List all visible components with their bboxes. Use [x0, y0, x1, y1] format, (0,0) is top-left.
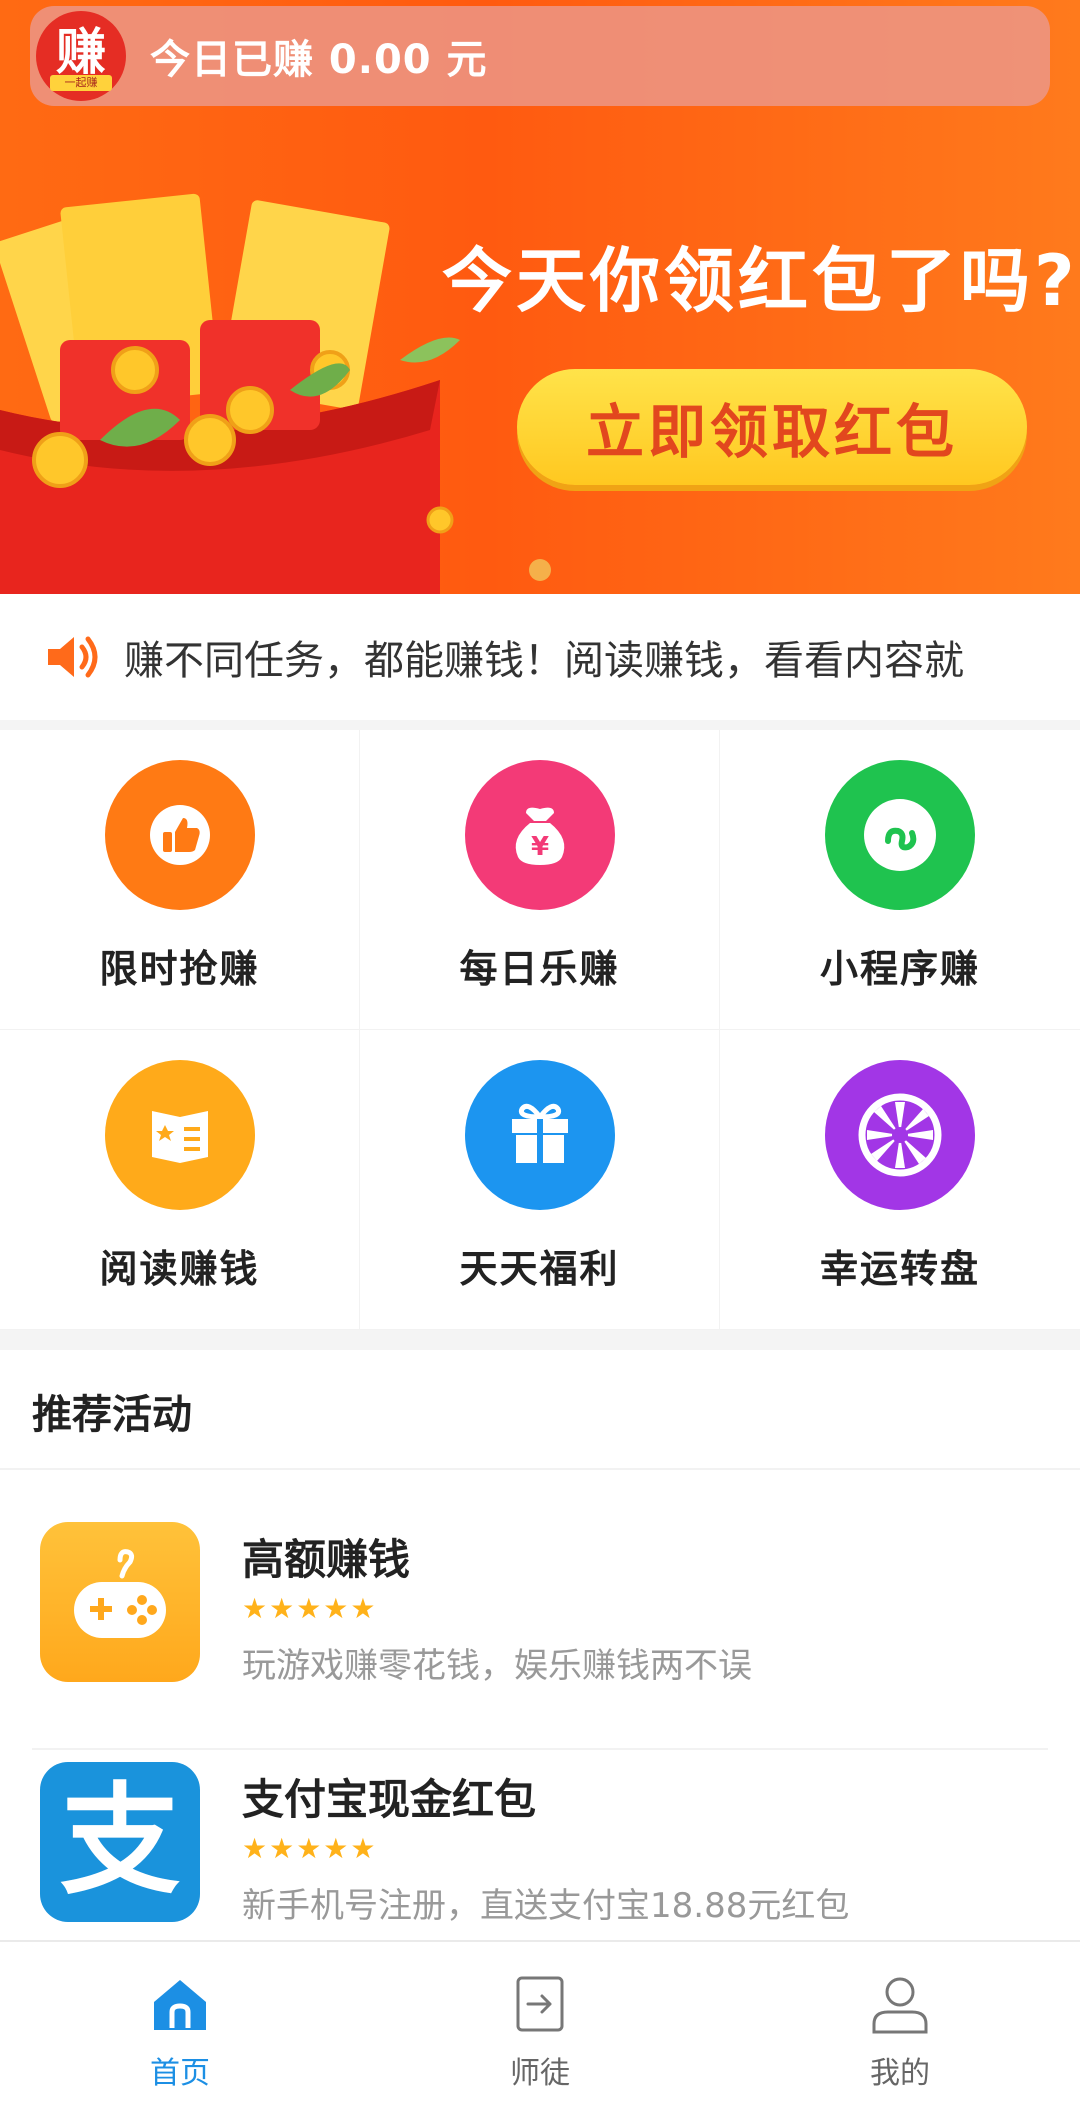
grid-item-reading[interactable]: 阅读赚钱 — [0, 1030, 360, 1330]
today-earnings-text: 今日已赚 0.00 元 — [150, 37, 488, 83]
wheel-icon — [825, 1060, 975, 1210]
grid-item-label: 幸运转盘 — [819, 1247, 980, 1291]
divider — [0, 1468, 1080, 1470]
book-icon — [104, 1060, 255, 1210]
grid-item-label: 小程序赚 — [819, 947, 980, 991]
tab-mine[interactable]: 我的 — [720, 1942, 1080, 2106]
share-icon — [516, 1976, 564, 2032]
app-logo: 赚 一起赚 — [36, 11, 126, 101]
banner-title: 今天你领红包了吗? — [442, 240, 1079, 322]
activity-item-high-earning[interactable]: 高额赚钱 ★★★★★ 玩游戏赚零花钱，娱乐赚钱两不误 — [0, 1522, 1080, 1762]
divider — [32, 1748, 1048, 1750]
tab-label: 首页 — [150, 2056, 210, 2091]
user-icon — [872, 1977, 928, 2034]
announcement-text: 赚不同任务，都能赚钱！阅读赚钱，看看内容就 — [124, 638, 964, 684]
svg-text:¥: ¥ — [530, 832, 548, 862]
gamepad-icon — [40, 1522, 200, 1682]
task-grid: 限时抢赚 ¥ 每日乐赚 小程序赚 阅读赚钱 天天福利 幸运转盘 — [0, 730, 1080, 1330]
banner-carousel[interactable]: 赚 一起赚 今日已赚 0.00 元 今天你领红包了吗? 立即领取红包 — [0, 0, 1080, 594]
app-logo-char: 赚 — [56, 23, 106, 81]
tab-home[interactable]: 首页 — [0, 1942, 360, 2106]
grid-item-mini-program[interactable]: 小程序赚 — [720, 730, 1080, 1030]
grid-item-limited-time[interactable]: 限时抢赚 — [0, 730, 360, 1030]
alipay-icon: 支 — [40, 1762, 200, 1922]
grid-item-label: 每日乐赚 — [459, 947, 620, 991]
red-packet-illustration — [0, 193, 460, 594]
money-bag-icon: ¥ — [464, 760, 615, 910]
gift-icon — [464, 1060, 615, 1210]
thumbs-up-icon — [104, 760, 255, 910]
section-divider — [0, 1330, 1080, 1350]
grid-item-daily-welfare[interactable]: 天天福利 — [360, 1030, 720, 1330]
speaker-icon — [48, 636, 98, 678]
activity-title: 高额赚钱 — [242, 1535, 411, 1584]
mini-program-icon — [825, 760, 975, 910]
alipay-icon-char: 支 — [60, 1772, 180, 1911]
today-earnings-bar[interactable]: 赚 一起赚 今日已赚 0.00 元 — [30, 6, 1050, 106]
grid-item-label: 阅读赚钱 — [99, 1247, 260, 1291]
app-logo-subtitle: 一起赚 — [50, 75, 112, 91]
activity-title: 支付宝现金红包 — [242, 1775, 537, 1824]
home-icon — [154, 1980, 206, 2030]
section-title-recommended: 推荐活动 — [32, 1392, 192, 1438]
activity-description: 新手机号注册，直送支付宝18.88元红包 — [242, 1886, 850, 1926]
claim-red-packet-button[interactable]: 立即领取红包 — [517, 369, 1027, 485]
rating-stars: ★★★★★ — [242, 1592, 378, 1625]
announcement-bar[interactable]: 赚不同任务，都能赚钱！阅读赚钱，看看内容就 — [0, 594, 1080, 730]
tab-label: 师徒 — [510, 2056, 570, 2091]
activity-description: 玩游戏赚零花钱，娱乐赚钱两不误 — [242, 1646, 752, 1686]
tab-mentor[interactable]: 师徒 — [360, 1942, 720, 2106]
grid-item-label: 天天福利 — [459, 1247, 620, 1291]
rating-stars: ★★★★★ — [242, 1832, 378, 1865]
grid-item-lucky-wheel[interactable]: 幸运转盘 — [720, 1030, 1080, 1330]
tab-label: 我的 — [870, 2056, 930, 2091]
bottom-tab-bar: 首页 师徒 我的 — [0, 1940, 1080, 2106]
grid-item-daily[interactable]: ¥ 每日乐赚 — [360, 730, 720, 1030]
carousel-indicator[interactable] — [529, 559, 551, 581]
grid-item-label: 限时抢赚 — [99, 947, 260, 991]
